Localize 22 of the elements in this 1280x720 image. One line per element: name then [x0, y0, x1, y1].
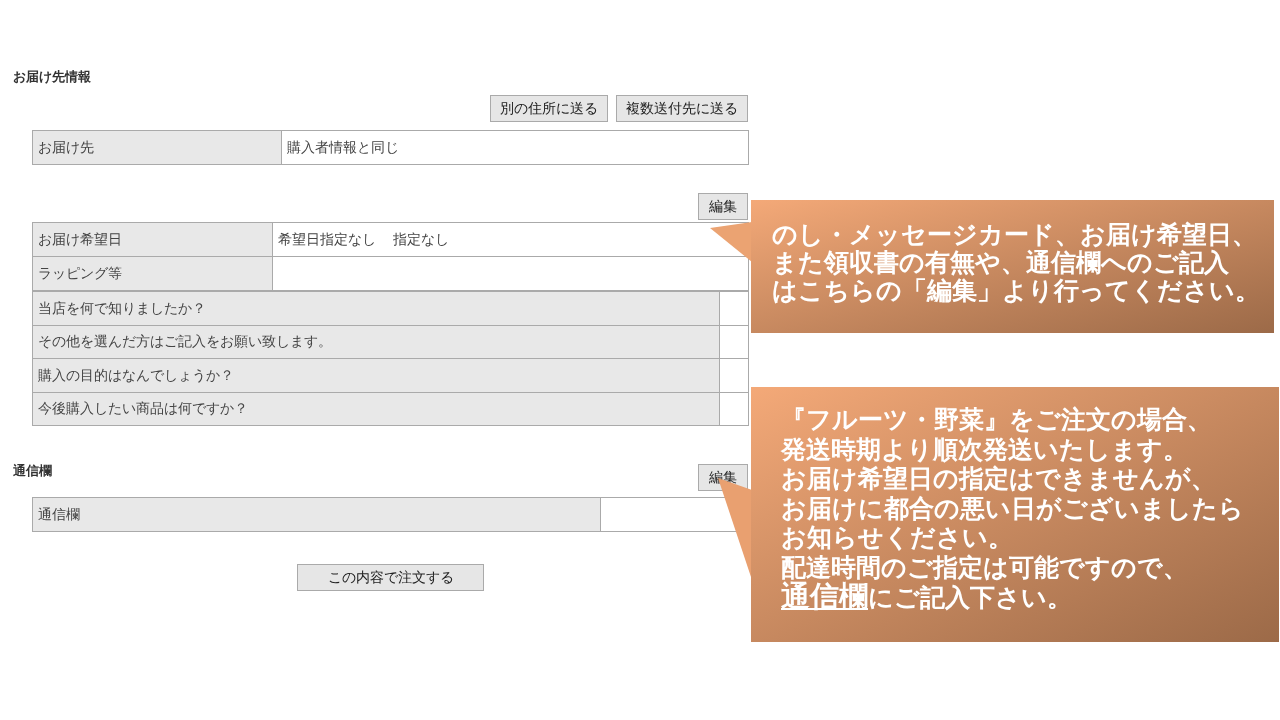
callout-pointer — [710, 222, 752, 262]
address-button[interactable]: 複数送付先に送る — [616, 95, 748, 122]
table-cell: お届け希望日 — [32, 222, 273, 257]
table-cell: 当店を何で知りましたか？ — [32, 291, 720, 325]
table-cell: 今後購入したい商品は何ですか？ — [32, 392, 720, 426]
table-cell — [719, 291, 749, 325]
underlined-text: 通信欄 — [781, 580, 868, 612]
table-cell: その他を選んだ方はご記入をお願い致します。 — [32, 325, 720, 359]
submit-button[interactable]: この内容で注文する — [297, 563, 484, 591]
table-cell: ラッピング等 — [32, 256, 273, 291]
edit-button[interactable]: 編集 — [698, 193, 748, 220]
callout-text: のし・メッセージカード、お届け希望日、 また領収書の有無や、通信欄へのご記入 はこちらの「編集」より行ってください。 — [772, 220, 1261, 304]
cell-text: 指定なし — [393, 230, 449, 249]
cell-text: 希望日指定なし — [278, 230, 376, 249]
address-button[interactable]: 別の住所に送る — [490, 95, 608, 122]
table-cell: 購入者情報と同じ — [281, 130, 749, 165]
table-cell: お届け先 — [32, 130, 282, 165]
section-heading: 通信欄 — [13, 462, 52, 480]
callout-text: 『フルーツ・野菜』をご注文の場合、 発送時期より順次発送いたします。 お届け希望日の指定はできませんが、 お届けに都合の悪い日がございましたら お知らせください。 配達時間のご指定は可能ですので、 通信欄にご記入下さい。 — [781, 405, 1245, 613]
table-cell: 購入の目的はなんでしょうか？ — [32, 358, 720, 392]
table-cell: 通信欄 — [32, 497, 601, 531]
section-heading: お届け先情報 — [13, 68, 92, 86]
